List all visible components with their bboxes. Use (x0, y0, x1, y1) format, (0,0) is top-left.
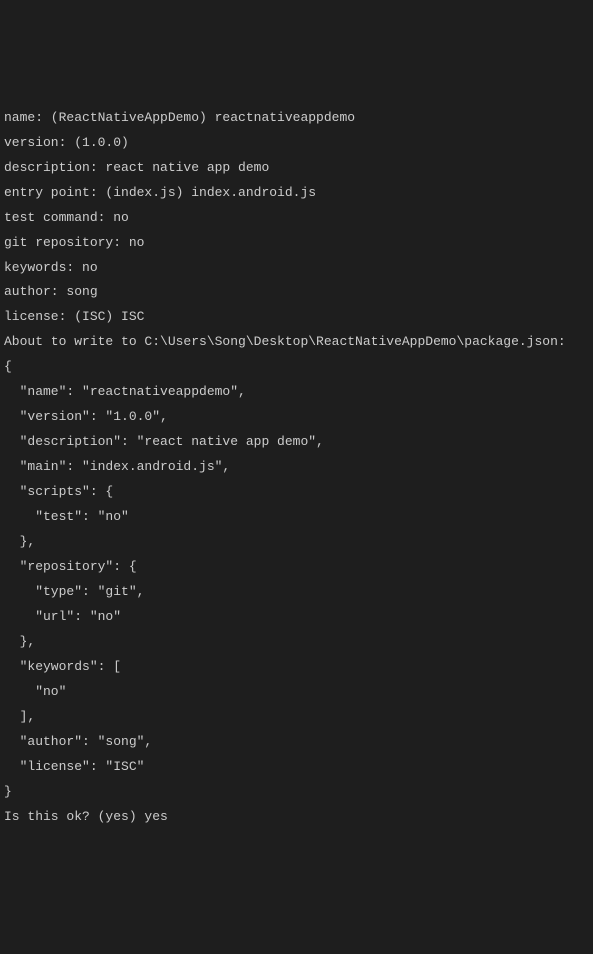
json-close-brace: } (4, 780, 589, 805)
prompt-name: name: (ReactNativeAppDemo) reactnativeap… (4, 106, 589, 131)
prompt-keywords: keywords: no (4, 256, 589, 281)
prompt-entry-point: entry point: (index.js) index.android.js (4, 181, 589, 206)
prompt-author: author: song (4, 280, 589, 305)
prompt-confirm[interactable]: Is this ok? (yes) yes (4, 805, 589, 830)
json-keywords-close: ], (4, 705, 589, 730)
json-scripts-close: }, (4, 530, 589, 555)
json-name: "name": "reactnativeappdemo", (4, 380, 589, 405)
json-repository-open: "repository": { (4, 555, 589, 580)
prompt-test-command: test command: no (4, 206, 589, 231)
json-version: "version": "1.0.0", (4, 405, 589, 430)
json-keywords-open: "keywords": [ (4, 655, 589, 680)
json-repository-url: "url": "no" (4, 605, 589, 630)
prompt-description: description: react native app demo (4, 156, 589, 181)
prompt-version: version: (1.0.0) (4, 131, 589, 156)
json-repository-type: "type": "git", (4, 580, 589, 605)
json-scripts-open: "scripts": { (4, 480, 589, 505)
prompt-license: license: (ISC) ISC (4, 305, 589, 330)
json-open-brace: { (4, 355, 589, 380)
json-keywords-item: "no" (4, 680, 589, 705)
json-author: "author": "song", (4, 730, 589, 755)
json-description: "description": "react native app demo", (4, 430, 589, 455)
json-main: "main": "index.android.js", (4, 455, 589, 480)
json-scripts-test: "test": "no" (4, 505, 589, 530)
json-license: "license": "ISC" (4, 755, 589, 780)
prompt-git-repository: git repository: no (4, 231, 589, 256)
json-repository-close: }, (4, 630, 589, 655)
about-to-write: About to write to C:\Users\Song\Desktop\… (4, 330, 589, 355)
